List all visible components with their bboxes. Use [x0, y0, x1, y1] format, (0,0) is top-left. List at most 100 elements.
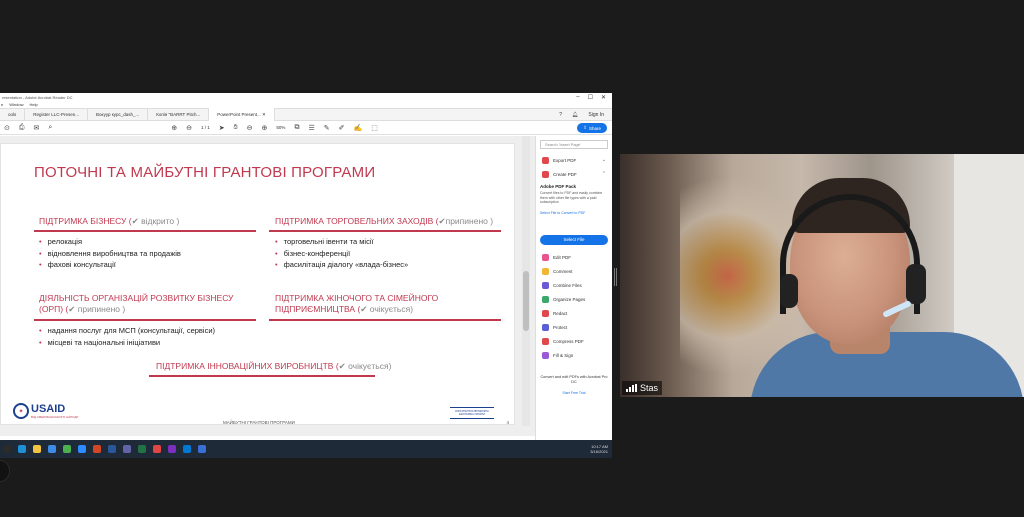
pdf-pack-promo: Adobe PDF Pack Convert files to PDF and …: [540, 184, 608, 215]
section-underline: [34, 319, 256, 321]
app-icon[interactable]: [198, 445, 206, 453]
excel-icon[interactable]: [138, 445, 146, 453]
hand-tool-icon[interactable]: ✋︎: [234, 124, 238, 132]
mail-app-icon[interactable]: [48, 445, 56, 453]
list-item: торговельні івенти та місії: [275, 236, 408, 248]
close-icon[interactable]: ✕: [601, 94, 606, 101]
outlook-icon[interactable]: [183, 445, 191, 453]
tool-redact[interactable]: Redact: [536, 307, 612, 321]
zoom-out-icon[interactable]: ⊖: [247, 124, 253, 132]
protect-icon: [542, 324, 549, 331]
bso-activity-list: надання послуг для МСП (консультації, се…: [39, 325, 215, 348]
header-icons: ? 🔔︎ Sign In: [559, 112, 612, 118]
zoom-in-icon[interactable]: ⊕: [262, 124, 268, 132]
tool-compress-pdf[interactable]: Compress PDF: [536, 335, 612, 349]
tab-doc-2[interactable]: Вокуур курс_dash_...: [88, 108, 149, 121]
minimize-icon[interactable]: –: [576, 94, 579, 101]
section-underline: [269, 230, 501, 232]
scrollbar-thumb[interactable]: [523, 271, 529, 331]
window-controls: – ☐ ✕: [576, 94, 612, 101]
participant-video[interactable]: Stas: [620, 154, 1024, 397]
powerpoint-icon[interactable]: [93, 445, 101, 453]
highlight-icon[interactable]: ✎: [324, 124, 330, 132]
view-splitter-handle[interactable]: [614, 268, 617, 286]
chrome-icon[interactable]: [63, 445, 71, 453]
menu-item-window[interactable]: Window: [9, 102, 23, 107]
sign-in-link[interactable]: Sign In: [588, 112, 604, 118]
teams-icon[interactable]: [123, 445, 131, 453]
next-page-icon[interactable]: ⊖: [186, 124, 192, 132]
sign-icon[interactable]: ✍: [353, 124, 362, 132]
tool-organize-pages[interactable]: Organize Pages: [536, 293, 612, 307]
onenote-icon[interactable]: [168, 445, 176, 453]
select-file-link[interactable]: Select File to Convert to PDF: [540, 211, 608, 215]
slide-footer: МАЙБУТНІ ГРАНТОВІ ПРОГРАМИ: [223, 420, 295, 425]
tool-comment[interactable]: Comment: [536, 265, 612, 279]
comment-icon[interactable]: ☰: [308, 124, 314, 132]
comment-icon: [542, 268, 549, 275]
file-explorer-icon[interactable]: [33, 445, 41, 453]
compress-pdf-icon: [542, 338, 549, 345]
redact-icon: [542, 310, 549, 317]
list-item: фахові консультації: [39, 259, 181, 271]
section-trade-events: ПІДТРИМКА ТОРГОВЕЛЬНИХ ЗАХОДІВ (✔припине…: [275, 216, 494, 226]
tool-edit-pdf[interactable]: Edit PDF: [536, 251, 612, 265]
zoom-app-icon[interactable]: [78, 445, 86, 453]
trade-events-list: торговельні івенти та місії бізнес-конфе…: [275, 236, 409, 271]
maximize-icon[interactable]: ☐: [588, 94, 593, 101]
bell-icon[interactable]: 🔔︎: [572, 112, 578, 118]
tool-export-pdf[interactable]: Export PDF ⌄: [536, 153, 612, 167]
tool-protect[interactable]: Protect: [536, 321, 612, 335]
tab-doc-1[interactable]: Register LLC-Presen...: [25, 108, 89, 121]
word-icon[interactable]: [108, 445, 116, 453]
tab-close-icon[interactable]: ✕: [262, 112, 266, 118]
select-tool-icon[interactable]: ➤: [219, 124, 225, 132]
tool-create-pdf[interactable]: Create PDF ⌃: [536, 167, 612, 181]
tool-fill-sign[interactable]: Fill & Sign: [536, 349, 612, 363]
acrobat-icon[interactable]: [153, 445, 161, 453]
section-bso-activity: ДІЯЛЬНІСТЬ ОРГАНІЗАЦІЙ РОЗВИТКУ БІЗНЕСУ …: [39, 293, 234, 314]
section-women-family-business: ПІДТРИМКА ЖІНОЧОГО ТА СІМЕЙНОГО ПІДПРИЄМ…: [275, 293, 439, 314]
save-icon[interactable]: ⊙: [4, 124, 10, 132]
section-innovative-production: ПІДТРИМКА ІННОВАЦІЙНИХ ВИРОБНИЦТВ (✔ очі…: [156, 361, 392, 371]
mail-icon[interactable]: ✉: [33, 124, 39, 132]
tab-tools[interactable]: ools: [0, 108, 26, 121]
share-button[interactable]: ⇪ Share: [577, 123, 607, 133]
select-file-button[interactable]: Select File: [540, 234, 608, 245]
window-title: resentation - Adobe Acrobat Reader DC: [2, 94, 73, 100]
usaid-seal-icon: ✦: [13, 403, 29, 419]
export-pdf-icon: [542, 156, 549, 164]
menu-item-help[interactable]: Help: [29, 102, 37, 107]
edge-icon[interactable]: [18, 445, 26, 453]
share-icon: ⇪: [583, 125, 587, 130]
meeting-stage: resentation - Adobe Acrobat Reader DC – …: [0, 0, 1024, 517]
tab-doc-3[interactable]: Копія "BARRT Pitch...: [148, 108, 210, 121]
document-workarea: ПОТОЧНІ ТА МАЙБУТНІ ГРАНТОВІ ПРОГРАМИ ПІ…: [0, 136, 612, 436]
start-trial-link[interactable]: Start Free Trial: [536, 391, 612, 395]
prev-page-icon[interactable]: ⊕: [171, 124, 177, 132]
windows-taskbar: 10:17 AM 3/16/2021: [0, 440, 612, 458]
menu-item-edit[interactable]: e: [1, 102, 3, 107]
fit-page-icon[interactable]: ⧉: [294, 124, 299, 132]
vertical-scrollbar[interactable]: [522, 136, 530, 426]
zoom-level[interactable]: 50%: [276, 125, 285, 130]
page-indicator[interactable]: 1 / 1: [201, 125, 210, 130]
tab-doc-active[interactable]: PowerPoint Present... ✕: [209, 108, 275, 121]
floating-control-button[interactable]: [0, 460, 10, 482]
list-item: фасилітація діалогу «влада-бізнес»: [275, 259, 409, 271]
print-icon[interactable]: ⎙: [19, 124, 25, 132]
create-pdf-icon: [542, 170, 549, 178]
list-item: відновлення виробництва та продажів: [39, 248, 181, 260]
search-icon[interactable]: ⌕: [48, 124, 52, 132]
signal-bars-icon: [626, 384, 637, 392]
tool-combine-files[interactable]: Combine Files: [536, 279, 612, 293]
slide-page-number: 4: [506, 420, 509, 425]
tools-search-input[interactable]: Search 'Insert Page': [540, 140, 608, 149]
stamp-icon[interactable]: ⬚: [371, 124, 378, 132]
task-view-icon[interactable]: [3, 445, 11, 453]
system-clock[interactable]: 10:17 AM 3/16/2021: [590, 444, 608, 454]
draw-icon[interactable]: ✐: [339, 124, 345, 132]
chevron-down-icon: ⌄: [601, 157, 606, 163]
menu-bar: e Window Help: [0, 101, 612, 108]
help-icon[interactable]: ?: [559, 112, 562, 118]
